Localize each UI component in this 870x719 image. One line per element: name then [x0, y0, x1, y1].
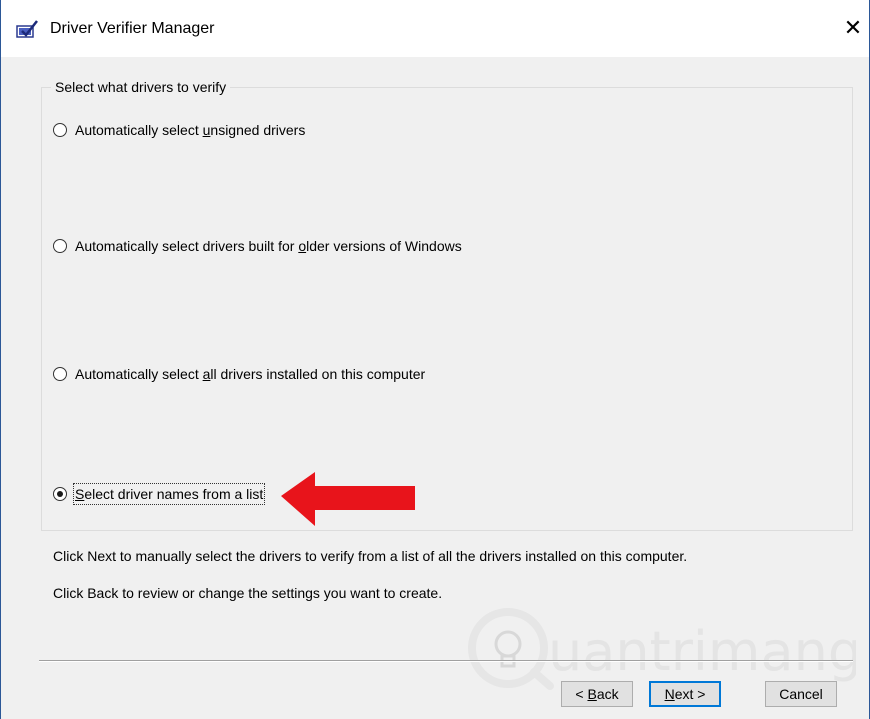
option-label: Automatically select drivers built for o…	[75, 238, 462, 254]
window-title: Driver Verifier Manager	[50, 20, 215, 37]
quantrimang-watermark: uantrimang	[468, 608, 856, 690]
option-all-drivers[interactable]: Automatically select all drivers install…	[53, 364, 425, 384]
group-legend: Select what drivers to verify	[51, 78, 231, 96]
back-instruction-text: Click Back to review or change the setti…	[53, 585, 443, 601]
option-label: Select driver names from a list	[72, 483, 266, 505]
option-unsigned-drivers[interactable]: Automatically select unsigned drivers	[53, 120, 305, 140]
next-instruction-text: Click Next to manually select the driver…	[53, 548, 688, 564]
red-arrow-annotation	[281, 472, 415, 526]
radio-button[interactable]	[53, 367, 67, 381]
footer-separator	[39, 660, 853, 662]
driver-selection-group	[41, 87, 853, 531]
watermark-text: uantrimang	[548, 620, 856, 683]
radio-button-selected[interactable]	[53, 487, 67, 501]
option-label: Automatically select all drivers install…	[75, 366, 426, 382]
radio-button[interactable]	[53, 239, 67, 253]
dialog-window: Driver Verifier Manager ✕ Select what dr…	[0, 0, 870, 719]
option-label: Automatically select unsigned drivers	[75, 122, 306, 138]
next-button[interactable]: Next >	[649, 681, 721, 707]
back-button[interactable]: < Back	[561, 681, 633, 707]
radio-button[interactable]	[53, 123, 67, 137]
title-bar[interactable]: Driver Verifier Manager ✕	[1, 0, 869, 57]
option-select-from-list[interactable]: Select driver names from a list	[53, 483, 266, 505]
option-older-windows-drivers[interactable]: Automatically select drivers built for o…	[53, 236, 462, 256]
cancel-button[interactable]: Cancel	[765, 681, 837, 707]
driver-verifier-icon	[16, 20, 38, 38]
close-icon[interactable]: ✕	[837, 8, 869, 48]
